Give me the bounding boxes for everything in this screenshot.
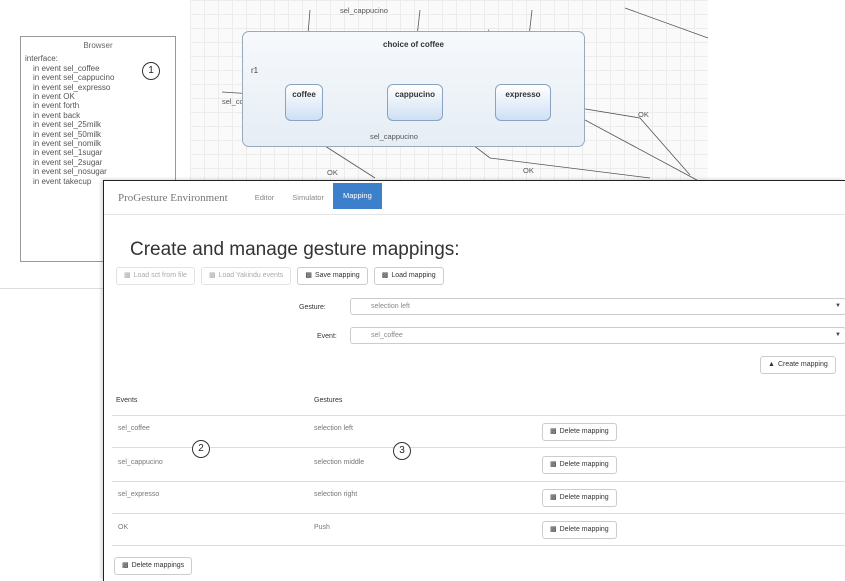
column-header-events: Events: [116, 397, 138, 404]
load-mapping-label: Load mapping: [391, 272, 436, 279]
callout-2: 2: [192, 440, 210, 458]
table-cell-event: sel_coffee: [118, 425, 150, 432]
gesture-label: Gesture:: [299, 304, 326, 311]
progesture-window: ProGesture Environment Editor Simulator …: [103, 180, 845, 581]
tab-editor[interactable]: Editor: [246, 181, 284, 215]
transition-label: sel_cappucino: [340, 6, 388, 15]
table-divider: [112, 415, 845, 416]
state-cappucino[interactable]: cappucino: [387, 84, 443, 121]
create-mapping-label: Create mapping: [777, 361, 828, 368]
delete-mapping-button[interactable]: ▩ Delete mapping: [542, 456, 617, 474]
save-icon: ▩: [305, 272, 312, 279]
event-select-value: sel_coffee: [371, 332, 403, 339]
delete-mapping-label: Delete mapping: [559, 428, 609, 435]
transition-label: OK: [327, 168, 338, 177]
delete-all-mappings-label: Delete mappings: [131, 562, 185, 569]
table-cell-gesture: selection left: [314, 425, 353, 432]
delete-icon: ▩: [550, 494, 557, 501]
load-yakindu-label: Load Yakindu events: [218, 272, 284, 279]
state-group-title: choice of coffee: [383, 40, 444, 49]
save-icon: ▩: [381, 272, 389, 279]
transition-label: OK: [523, 166, 534, 175]
event-label: Event:: [317, 333, 337, 340]
delete-all-mappings-button[interactable]: ▩ Delete mappings: [114, 557, 193, 575]
column-header-gestures: Gestures: [314, 397, 343, 404]
table-cell-event: OK: [118, 524, 129, 531]
table-divider: [112, 447, 845, 448]
callout-3: 3: [393, 442, 411, 460]
table-cell-gesture: selection middle: [314, 459, 365, 466]
save-icon: ▩: [124, 272, 131, 279]
gesture-select[interactable]: selection left ▼: [350, 298, 845, 315]
chevron-down-icon: ▼: [835, 332, 841, 338]
table-cell-gesture: selection right: [314, 491, 358, 498]
app-brand[interactable]: ProGesture Environment: [118, 192, 228, 204]
delete-mapping-label: Delete mapping: [559, 461, 609, 468]
load-sct-button[interactable]: ▩ Load sct from file: [116, 267, 195, 285]
delete-icon: ▩: [550, 461, 557, 468]
gesture-select-value: selection left: [371, 303, 410, 310]
toolbar: ▩ Load sct from file ▩ Load Yakindu events…: [116, 267, 444, 285]
navbar: ProGesture Environment Editor Simulator …: [104, 181, 845, 215]
table-cell-event: sel_cappucino: [118, 459, 163, 466]
event-select[interactable]: sel_coffee ▼: [350, 327, 845, 344]
save-icon: ▩: [208, 272, 216, 279]
delete-icon: ▩: [122, 562, 129, 569]
table-divider: [112, 481, 845, 482]
create-mapping-button[interactable]: ▲ Create mapping: [760, 356, 836, 374]
state-choice-of-coffee[interactable]: choice of coffee r1 coffee cappucino exp…: [242, 31, 585, 147]
transition-label: OK: [638, 110, 649, 119]
delete-mapping-label: Delete mapping: [559, 494, 609, 501]
state-expresso[interactable]: expresso: [495, 84, 551, 121]
save-mapping-button[interactable]: ▩ Save mapping: [297, 267, 368, 285]
delete-icon: ▩: [550, 428, 557, 435]
delete-mapping-label: Delete mapping: [559, 526, 609, 533]
save-mapping-label: Save mapping: [314, 272, 360, 279]
load-sct-label: Load sct from file: [133, 272, 187, 279]
table-divider: [112, 545, 845, 546]
delete-mapping-button[interactable]: ▩ Delete mapping: [542, 423, 617, 441]
user-icon: ▲: [768, 361, 775, 368]
tab-simulator[interactable]: Simulator: [283, 181, 333, 215]
transition-label: sel_cappucino: [370, 132, 418, 141]
load-mapping-button[interactable]: ▩ Load mapping: [373, 267, 444, 285]
load-yakindu-button[interactable]: ▩ Load Yakindu events: [200, 267, 292, 285]
table-cell-gesture: Push: [314, 524, 330, 531]
chevron-down-icon: ▼: [835, 303, 841, 309]
delete-mapping-button[interactable]: ▩ Delete mapping: [542, 489, 617, 507]
table-divider: [112, 513, 845, 514]
delete-icon: ▩: [550, 526, 557, 533]
region-label: r1: [251, 66, 259, 75]
table-cell-event: sel_expresso: [118, 491, 160, 498]
delete-mapping-button[interactable]: ▩ Delete mapping: [542, 521, 617, 539]
state-coffee[interactable]: coffee: [285, 84, 323, 121]
tab-mapping[interactable]: Mapping: [332, 182, 382, 209]
page-title: Create and manage gesture mappings:: [130, 239, 460, 260]
